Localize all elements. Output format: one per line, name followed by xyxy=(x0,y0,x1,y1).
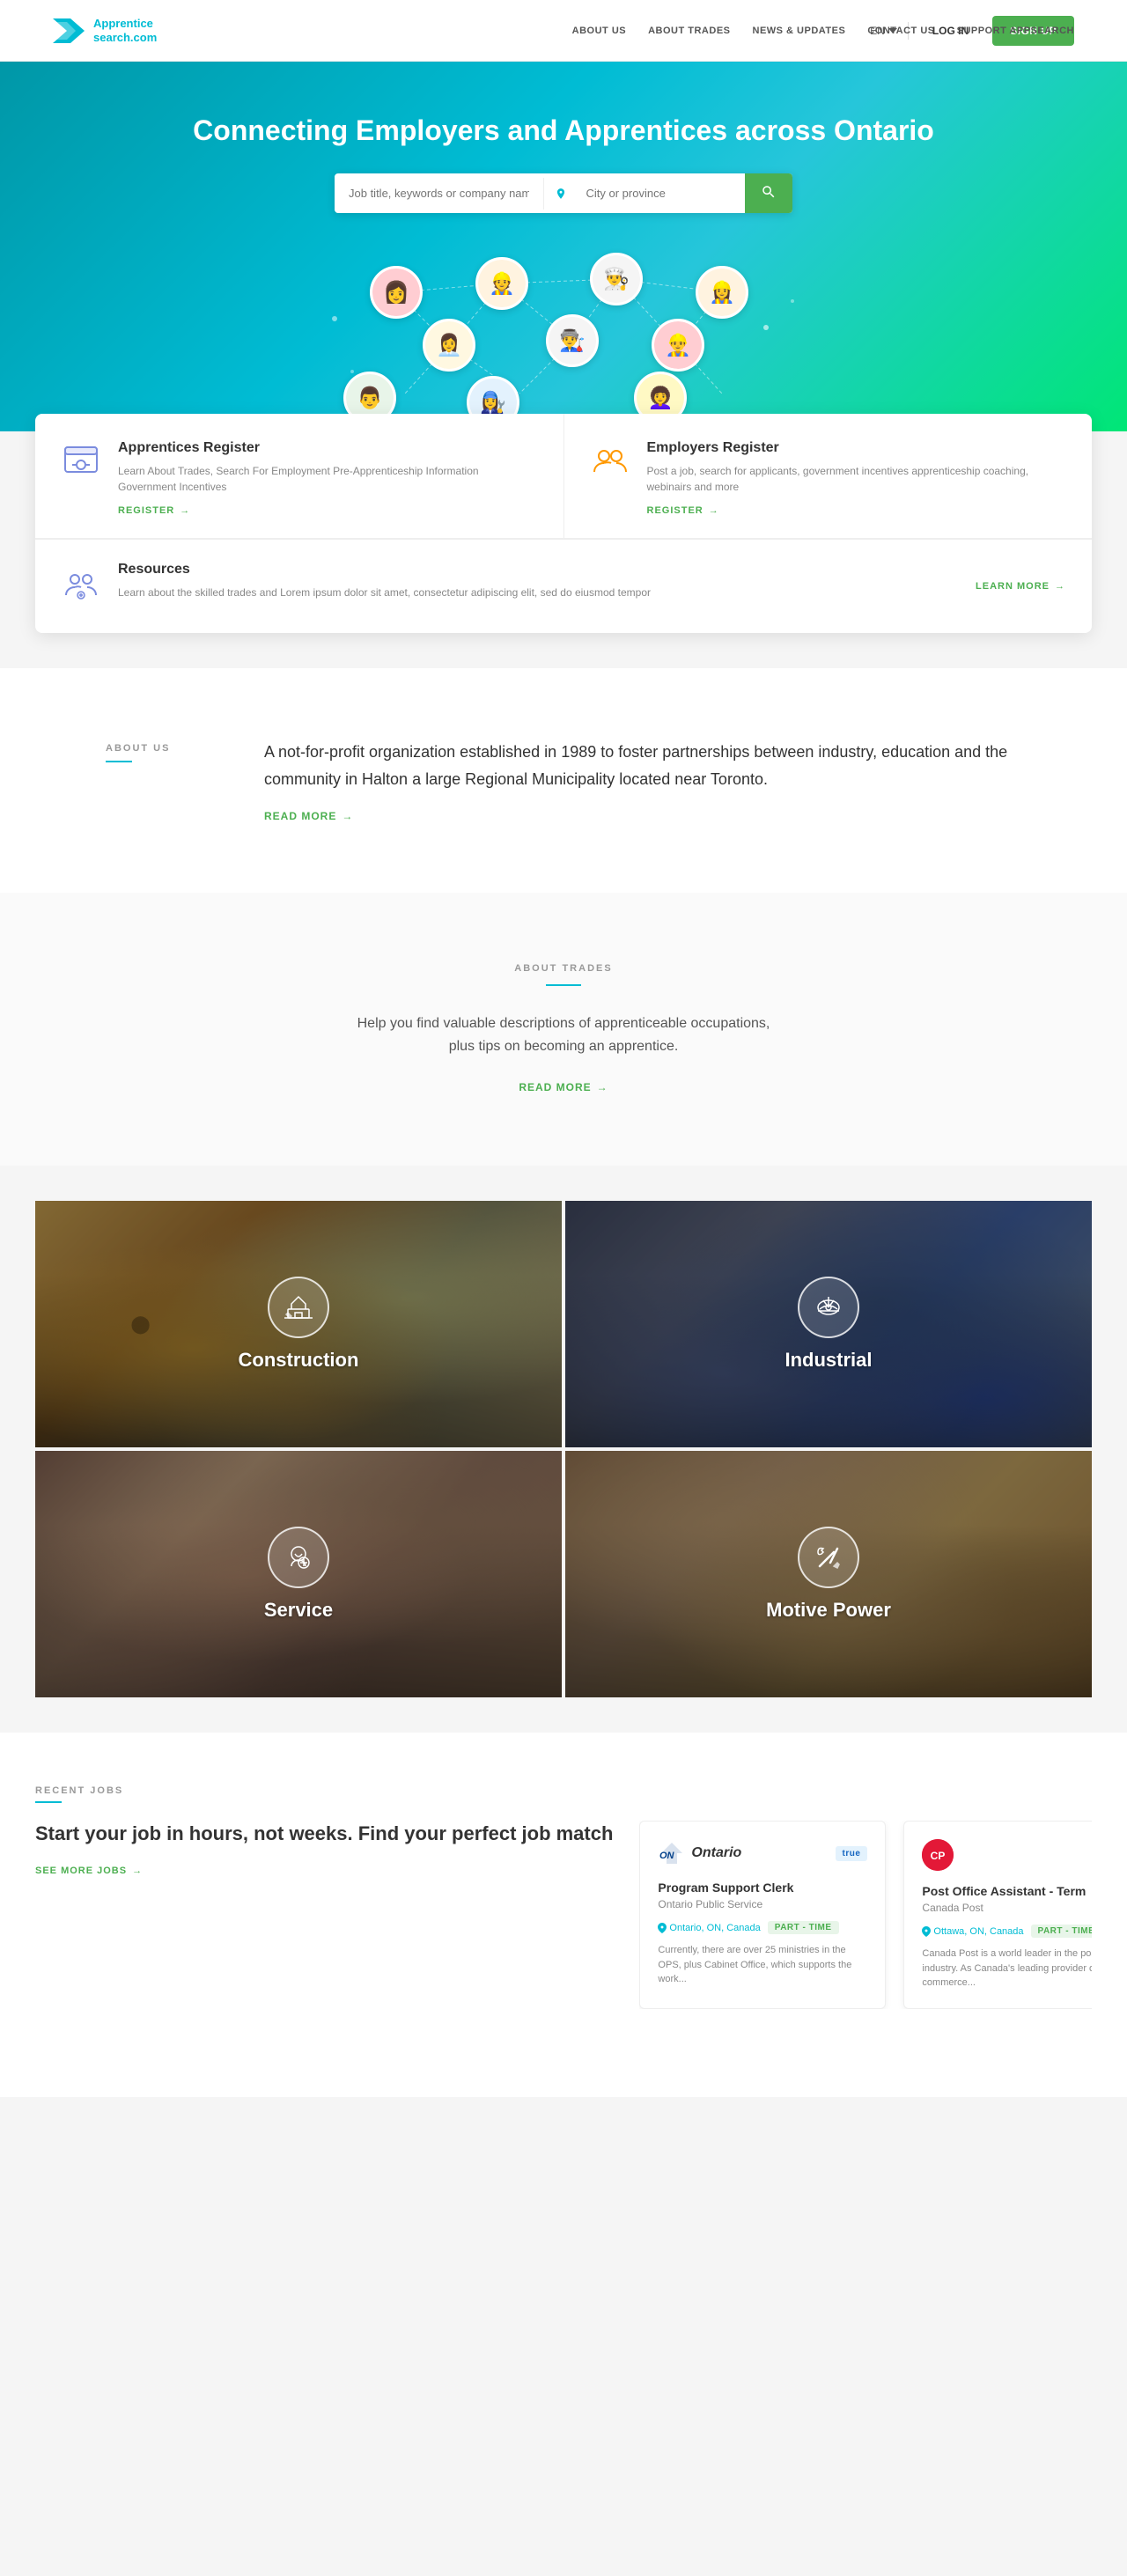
avatar-node-3: 👨‍🍳 xyxy=(590,253,643,305)
apprentices-card: Apprentices Register Learn About Trades,… xyxy=(35,414,564,539)
nav-news[interactable]: NEWS & UPDATES xyxy=(753,26,846,36)
industrial-label: Industrial xyxy=(784,1349,872,1372)
job-card-header-ontario: ON Ontario true xyxy=(658,1839,867,1867)
apprentices-icon xyxy=(62,440,100,479)
motive-power-icon xyxy=(798,1527,859,1588)
avatar-node-5: 👩‍💼 xyxy=(423,319,475,372)
hero-title: Connecting Employers and Apprentices acr… xyxy=(35,114,1092,147)
avatar-node-2: 👷 xyxy=(475,257,528,310)
job-title-1: Program Support Clerk xyxy=(658,1880,867,1895)
jobs-label-underline xyxy=(35,1801,62,1803)
page-end xyxy=(0,2062,1127,2097)
jobs-section-label: RECENT JOBS xyxy=(35,1785,1092,1796)
cards-section: Apprentices Register Learn About Trades,… xyxy=(35,414,1092,633)
resources-content: Resources Learn about the skilled trades… xyxy=(118,562,1065,611)
svg-text:CP: CP xyxy=(931,1850,946,1862)
ontario-wordmark: Ontario xyxy=(691,1845,741,1861)
job-type-2: PART - TIME xyxy=(1031,1925,1092,1938)
trade-card-construction[interactable]: Construction ⬤ xyxy=(35,1201,562,1447)
motive-power-label: Motive Power xyxy=(766,1599,891,1622)
main-nav: ABOUT US ABOUT TRADES NEWS & UPDATES CON… xyxy=(572,0,1074,62)
hero-section: Connecting Employers and Apprentices acr… xyxy=(0,62,1127,431)
nav-about-trades[interactable]: ABOUT TRADES xyxy=(648,26,730,36)
trades-intro-section: ABOUT TRADES Help you find valuable desc… xyxy=(0,893,1127,1166)
motive-power-overlay: Motive Power xyxy=(565,1451,1092,1697)
resources-text: Resources Learn about the skilled trades… xyxy=(118,562,651,611)
construction-icon xyxy=(268,1277,329,1338)
job-cards: ON Ontario true Program Support Clerk On… xyxy=(639,1821,1092,2009)
apprentices-register-link[interactable]: REGISTER xyxy=(118,505,537,516)
industrial-icon xyxy=(798,1277,859,1338)
job-company-2: Canada Post xyxy=(922,1902,1092,1914)
avatar-node-6: 👨‍🏭 xyxy=(546,314,599,367)
avatar-node-4: 👷‍♀️ xyxy=(696,266,748,319)
about-section: ABOUT US A not-for-profit organization e… xyxy=(0,668,1127,893)
cursor-indicator: ⬤ xyxy=(130,1314,150,1336)
avatar-node-7: 👷‍♂️ xyxy=(652,319,704,372)
logo-icon xyxy=(53,15,85,47)
search-bar xyxy=(335,173,792,213)
nav-contact[interactable]: CONTACT US xyxy=(867,26,934,36)
employers-content: Employers Register Post a job, search fo… xyxy=(647,440,1066,516)
job-card-canada-post: CP NEW Post Office Assistant - Term Cana… xyxy=(903,1821,1092,2009)
resources-icon xyxy=(62,567,100,606)
nav-about-us[interactable]: ABOUT US xyxy=(572,26,626,36)
trades-label-underline xyxy=(546,984,581,986)
employers-icon xyxy=(591,440,630,479)
new-badge-1: true xyxy=(836,1846,868,1861)
job-card-header-canada-post: CP NEW xyxy=(922,1839,1092,1871)
service-icon xyxy=(268,1527,329,1588)
trade-card-service[interactable]: Service xyxy=(35,1451,562,1697)
employers-card: Employers Register Post a job, search fo… xyxy=(564,414,1093,539)
canada-post-logo: CP xyxy=(922,1839,954,1871)
job-title-2: Post Office Assistant - Term xyxy=(922,1884,1092,1898)
search-input[interactable] xyxy=(335,176,543,210)
employers-register-link[interactable]: REGISTER xyxy=(647,505,1066,516)
construction-label: Construction xyxy=(239,1349,359,1372)
service-label: Service xyxy=(264,1599,333,1622)
construction-overlay: Construction xyxy=(35,1201,562,1447)
service-overlay: Service xyxy=(35,1451,562,1697)
resources-card: Resources Learn about the skilled trades… xyxy=(35,540,1092,633)
job-location-2: Ottawa, ON, Canada xyxy=(922,1926,1023,1937)
trade-card-motive-power[interactable]: Motive Power xyxy=(565,1451,1092,1697)
job-desc-1: Currently, there are over 25 ministries … xyxy=(658,1943,867,1987)
nav-support[interactable]: SUPPORT APPSEARCH xyxy=(957,26,1074,36)
apprentices-content: Apprentices Register Learn About Trades,… xyxy=(118,440,537,516)
about-label: ABOUT US xyxy=(106,739,211,762)
trade-card-industrial[interactable]: Industrial xyxy=(565,1201,1092,1447)
svg-text:ON: ON xyxy=(659,1851,675,1861)
jobs-section: RECENT JOBS Start your job in hours, not… xyxy=(0,1733,1127,2062)
industrial-overlay: Industrial xyxy=(565,1201,1092,1447)
jobs-cta: Start your job in hours, not weeks. Find… xyxy=(35,1821,613,2009)
job-meta-2: Ottawa, ON, Canada PART - TIME xyxy=(922,1925,1092,1938)
trades-read-more-link[interactable]: READ MORE xyxy=(519,1081,608,1093)
job-type-1: PART - TIME xyxy=(768,1921,839,1934)
job-desc-2: Canada Post is a world leader in the pos… xyxy=(922,1947,1092,1991)
location-field xyxy=(544,176,746,210)
logo[interactable]: Apprentice search.com xyxy=(53,15,157,47)
about-content: A not-for-profit organization establishe… xyxy=(264,739,1021,822)
see-more-jobs-link[interactable]: SEE MORE JOBS xyxy=(35,1866,613,1876)
resources-learn-more-link[interactable]: LEARN MORE xyxy=(976,581,1065,592)
job-location-1: Ontario, ON, Canada xyxy=(658,1923,760,1933)
location-input[interactable] xyxy=(572,176,735,210)
jobs-inner: Start your job in hours, not weeks. Find… xyxy=(35,1821,1092,2009)
trades-grid: Construction ⬤ Industrial xyxy=(35,1201,1092,1697)
ontario-logo: ON Ontario xyxy=(658,1839,741,1867)
network-illustration: 👩 👷 👨‍🍳 👷‍♀️ 👩‍💼 👨‍🏭 👷‍♂️ 👨 👩‍🔧 👩‍🦱 xyxy=(299,248,828,424)
logo-text: Apprentice search.com xyxy=(93,17,157,44)
about-read-more-link[interactable]: READ MORE xyxy=(264,810,1021,822)
job-meta-1: Ontario, ON, Canada PART - TIME xyxy=(658,1921,867,1934)
search-button[interactable] xyxy=(745,173,792,213)
avatar-node-1: 👩 xyxy=(370,266,423,319)
about-label-container: ABOUT US xyxy=(106,739,211,762)
canada-post-logo-icon: CP xyxy=(922,1839,954,1871)
job-card-ontario: ON Ontario true Program Support Clerk On… xyxy=(639,1821,886,2009)
trades-section-label: ABOUT TRADES xyxy=(35,963,1092,974)
ontario-logo-icon: ON xyxy=(658,1839,686,1867)
register-cards: Apprentices Register Learn About Trades,… xyxy=(35,414,1092,539)
job-company-1: Ontario Public Service xyxy=(658,1898,867,1910)
header: Apprentice search.com EN LOG IN SIGN UP … xyxy=(0,0,1127,62)
